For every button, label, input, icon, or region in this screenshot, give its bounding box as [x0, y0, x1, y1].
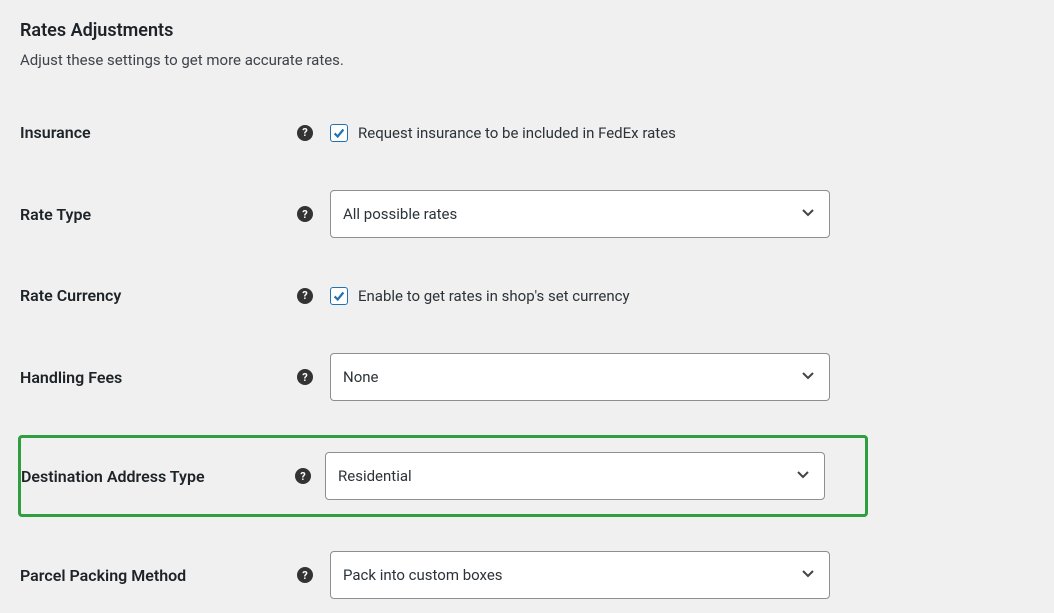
section-title: Rates Adjustments [20, 20, 1034, 41]
rate-currency-label: Rate Currency [20, 286, 280, 305]
rate-type-label: Rate Type [20, 205, 280, 224]
destination-address-type-row: Destination Address Type ? Residential [18, 435, 868, 517]
rate-currency-row: Rate Currency ? Enable to get rates in s… [20, 272, 1034, 319]
help-icon[interactable]: ? [297, 369, 313, 385]
help-icon[interactable]: ? [297, 567, 313, 583]
help-icon[interactable]: ? [295, 468, 311, 484]
destination-address-type-select[interactable]: Residential [325, 452, 825, 500]
help-icon[interactable]: ? [297, 125, 313, 141]
destination-address-type-label: Destination Address Type [21, 467, 281, 486]
handling-fees-row: Handling Fees ? None [20, 339, 1034, 415]
rate-type-row: Rate Type ? All possible rates [20, 176, 1034, 252]
insurance-row: Insurance ? Request insurance to be incl… [20, 109, 1034, 156]
handling-fees-select[interactable]: None [330, 353, 830, 401]
rate-currency-checkbox[interactable] [330, 287, 348, 305]
insurance-checkbox[interactable] [330, 124, 348, 142]
insurance-checkbox-label: Request insurance to be included in FedE… [358, 124, 676, 142]
parcel-packing-method-label: Parcel Packing Method [20, 566, 280, 585]
parcel-packing-method-row: Parcel Packing Method ? Pack into custom… [20, 537, 1034, 613]
rate-currency-checkbox-label: Enable to get rates in shop's set curren… [358, 287, 630, 305]
insurance-label: Insurance [20, 123, 280, 142]
rate-type-select[interactable]: All possible rates [330, 190, 830, 238]
section-description: Adjust these settings to get more accura… [20, 51, 1034, 69]
handling-fees-label: Handling Fees [20, 368, 280, 387]
parcel-packing-method-select[interactable]: Pack into custom boxes [330, 551, 830, 599]
help-icon[interactable]: ? [297, 288, 313, 304]
help-icon[interactable]: ? [297, 206, 313, 222]
